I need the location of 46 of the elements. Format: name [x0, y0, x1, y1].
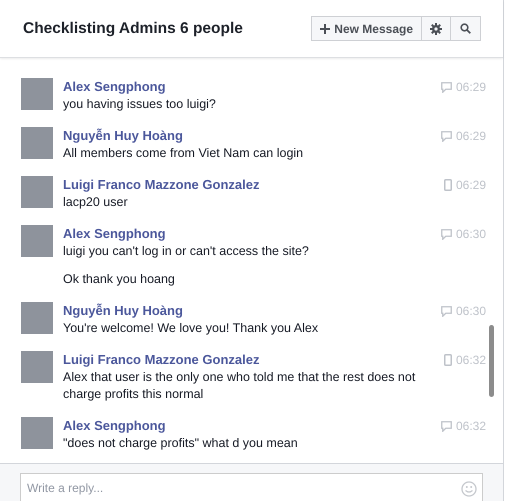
avatar-photo-placeholder [21, 417, 53, 449]
message-text: Ok thank you hoang [63, 271, 176, 288]
new-message-button[interactable]: New Message [311, 16, 422, 41]
sender-name[interactable]: Luigi Franco Mazzone Gonzalez [63, 176, 260, 194]
sender-name[interactable]: Nguyễn Huy Hoàng [63, 302, 183, 320]
sender-name[interactable]: Alex Sengphong [63, 225, 166, 243]
gear-icon [430, 22, 442, 34]
sender-name[interactable]: Alex Sengphong [63, 417, 166, 435]
message-time: 06:32 [456, 352, 486, 369]
sender-name[interactable]: Nguyễn Huy Hoàng [63, 127, 183, 145]
search-button[interactable] [451, 16, 481, 41]
smiley-icon [461, 481, 477, 497]
phone-icon [444, 179, 452, 191]
message-text: Alex that user is the only one who told me that the rest does not charge profits this normal [63, 369, 416, 403]
message-text: You're welcome! We love you! Thank you Alex [63, 320, 320, 337]
message-text: you having issues too luigi? [63, 96, 217, 113]
message-text: lacp20 user [63, 194, 129, 211]
message-time: 06:32 [456, 418, 486, 435]
settings-button[interactable] [422, 16, 451, 41]
reply-input-field[interactable]: Write a reply... [20, 473, 483, 501]
speech-bubble-icon [440, 82, 452, 92]
message-time: 06:29 [456, 79, 486, 96]
sender-name[interactable]: Luigi Franco Mazzone Gonzalez [63, 351, 260, 369]
avatar-photo-placeholder [21, 302, 53, 334]
message-time: 06:29 [456, 177, 486, 194]
message-time: 06:29 [456, 128, 486, 145]
avatar-photo-placeholder [21, 78, 53, 110]
speech-bubble-icon [440, 420, 452, 432]
chat-title: Checklisting Admins 6 people [23, 18, 243, 39]
phone-icon [444, 354, 452, 366]
scrollbar-thumb[interactable] [489, 325, 494, 397]
plus-icon [320, 24, 330, 34]
speech-bubble-icon [440, 130, 452, 142]
avatar-photo-placeholder [21, 176, 53, 208]
message-text: "does not charge profits" what d you mean [63, 435, 299, 452]
avatar-photo-placeholder [21, 225, 53, 257]
avatar-photo-placeholder [21, 127, 53, 159]
avatar-photo-placeholder [21, 351, 53, 383]
message-text: luigi you can't log in or can't access the site? [63, 243, 310, 260]
speech-bubble-icon [440, 306, 452, 316]
message-time: 06:30 [456, 226, 486, 243]
speech-bubble-icon [440, 228, 452, 240]
sender-name[interactable]: Alex Sengphong [63, 78, 166, 96]
message-text: All members come from Viet Nam can login [63, 145, 304, 162]
message-time: 06:30 [456, 303, 486, 320]
search-icon [460, 23, 471, 34]
